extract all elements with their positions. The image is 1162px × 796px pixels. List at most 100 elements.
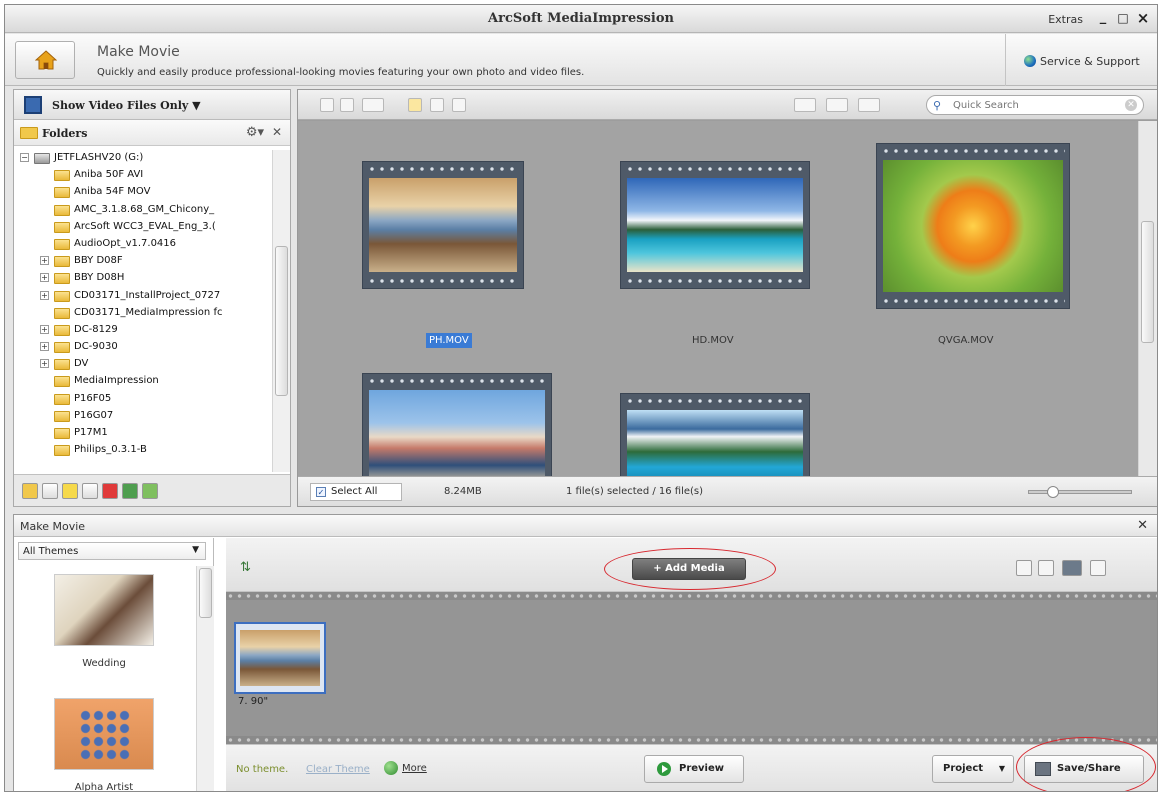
folder-icon	[54, 324, 70, 336]
import-icon[interactable]	[42, 483, 58, 499]
clip-duration: 7. 90"	[238, 696, 269, 707]
delete-icon[interactable]	[452, 98, 466, 112]
storyboard-clip[interactable]	[234, 622, 326, 694]
trash-icon[interactable]	[1090, 560, 1106, 576]
media-thumbnail[interactable]	[620, 161, 810, 289]
photo-icon[interactable]	[122, 483, 138, 499]
tree-item[interactable]: + BBY D08F	[14, 253, 272, 270]
tree-item[interactable]: P16F05	[14, 391, 272, 408]
select-all-checkbox[interactable]: ✓ Select All	[310, 483, 402, 501]
tree-item-label: BBY D08H	[74, 272, 125, 284]
tree-item[interactable]: P16G07	[14, 408, 272, 425]
rotate-right-icon[interactable]	[340, 98, 354, 112]
theme-filter-dropdown[interactable]: All Themes ▼	[18, 542, 206, 560]
tree-item[interactable]: + DV	[14, 356, 272, 373]
storyboard: 7. 90"	[226, 592, 1157, 744]
highlight-circle	[604, 548, 776, 590]
tree-item[interactable]: AudioOpt_v1.7.0416	[14, 236, 272, 253]
rotate-left-icon[interactable]	[320, 98, 334, 112]
clear-theme-link[interactable]: Clear Theme	[306, 764, 370, 775]
slider-knob[interactable]	[1047, 486, 1059, 498]
map-icon[interactable]	[142, 483, 158, 499]
expand-icon[interactable]: +	[40, 324, 49, 334]
maximize-button[interactable]: □	[1115, 10, 1131, 26]
tree-item[interactable]: − JETFLASHV20 (G:)	[14, 150, 272, 167]
tree-item[interactable]: Aniba 54F MOV	[14, 184, 272, 201]
minimize-button[interactable]: _	[1095, 10, 1111, 26]
print-icon[interactable]	[430, 98, 444, 112]
home-button[interactable]	[15, 41, 75, 79]
tree-item[interactable]: MediaImpression	[14, 373, 272, 390]
star-icon[interactable]	[408, 98, 422, 112]
search-input[interactable]	[953, 98, 1113, 112]
expand-icon[interactable]: +	[40, 256, 49, 266]
selected-size: 8.24MB	[444, 486, 482, 497]
scrollbar-thumb[interactable]	[275, 246, 288, 396]
star-icon[interactable]	[62, 483, 78, 499]
new-folder-icon[interactable]	[22, 483, 38, 499]
film-icon	[24, 96, 42, 114]
tree-item-label: AudioOpt_v1.7.0416	[74, 237, 177, 249]
flag-icon[interactable]	[102, 483, 118, 499]
make-movie-header: Make Movie ✕	[14, 515, 1157, 537]
album-icon[interactable]	[82, 483, 98, 499]
expand-icon[interactable]: +	[40, 342, 49, 352]
tree-item[interactable]: AMC_3.1.8.68_GM_Chicony_	[14, 202, 272, 219]
thumbnail-image	[627, 410, 803, 477]
more-link[interactable]: More	[384, 761, 427, 775]
folders-header: Folders ⚙▾ ✕	[14, 120, 290, 146]
transition-icon[interactable]: ⇅	[240, 560, 251, 575]
tree-item[interactable]: Aniba 50F AVI	[14, 167, 272, 184]
rotate-right-icon[interactable]	[1038, 560, 1054, 576]
filter-icon[interactable]	[826, 98, 848, 112]
tree-item[interactable]: CD03171_MediaImpression fc	[14, 305, 272, 322]
tree-item[interactable]: + CD03171_InstallProject_0727	[14, 288, 272, 305]
media-thumbnail[interactable]	[362, 373, 552, 477]
media-thumbnail[interactable]	[362, 161, 524, 289]
preview-button[interactable]: Preview	[644, 755, 744, 783]
close-icon[interactable]: ✕	[272, 125, 282, 139]
theme-thumbnail-alpha-artist[interactable]	[54, 698, 154, 770]
layout-icon[interactable]	[858, 98, 880, 112]
project-button[interactable]: Project ▼	[932, 755, 1014, 783]
expand-icon[interactable]: +	[40, 273, 49, 283]
clear-search-icon[interactable]: ✕	[1125, 99, 1137, 111]
folder-icon	[54, 170, 70, 182]
expand-icon[interactable]: +	[40, 359, 49, 369]
media-thumbnail[interactable]	[620, 393, 810, 477]
gear-icon[interactable]: ⚙▾	[246, 125, 264, 140]
tree-item[interactable]: + DC-8129	[14, 322, 272, 339]
thumbnail-zoom-slider[interactable]	[1028, 486, 1132, 498]
extras-menu[interactable]: Extras	[1048, 13, 1083, 26]
media-grid-scrollbar[interactable]	[1138, 121, 1157, 477]
tree-item[interactable]: P17M1	[14, 425, 272, 442]
search-icon: ⚲	[933, 99, 942, 112]
close-button[interactable]: ×	[1135, 10, 1151, 26]
text-icon[interactable]	[1062, 560, 1082, 576]
scrollbar-thumb[interactable]	[199, 568, 212, 618]
tree-item[interactable]: + DC-9030	[14, 339, 272, 356]
scrollbar-thumb[interactable]	[1141, 221, 1154, 343]
drive-icon	[34, 153, 50, 164]
service-support-link[interactable]: Service & Support	[1005, 34, 1157, 86]
tree-item[interactable]: ArcSoft WCC3_EVAL_Eng_3.(	[14, 219, 272, 236]
theme-filter-label: All Themes	[23, 546, 79, 557]
rotate-left-icon[interactable]	[1016, 560, 1032, 576]
view-mode-icon[interactable]	[362, 98, 384, 112]
video-filter-dropdown[interactable]: Show Video Files Only ▼	[14, 90, 290, 120]
folder-tree-scrollbar[interactable]	[272, 150, 290, 472]
tree-item[interactable]: Philips_0.3.1-B	[14, 442, 272, 459]
close-icon[interactable]: ✕	[1137, 518, 1148, 533]
theme-thumbnail-wedding[interactable]	[54, 574, 154, 646]
media-thumbnail[interactable]	[876, 143, 1070, 309]
file-name-label[interactable]: QVGA.MOV	[938, 335, 993, 346]
tree-item[interactable]: + BBY D08H	[14, 270, 272, 287]
collapse-icon[interactable]: −	[20, 153, 29, 162]
file-name-label[interactable]: HD.MOV	[692, 335, 734, 346]
expand-icon[interactable]: +	[40, 290, 49, 300]
folder-icon	[20, 127, 38, 139]
sort-icon[interactable]	[794, 98, 816, 112]
themes-scrollbar[interactable]	[196, 566, 214, 791]
search-box[interactable]: ⚲ ✕	[926, 95, 1144, 115]
file-name-label[interactable]: PH.MOV	[426, 333, 472, 348]
